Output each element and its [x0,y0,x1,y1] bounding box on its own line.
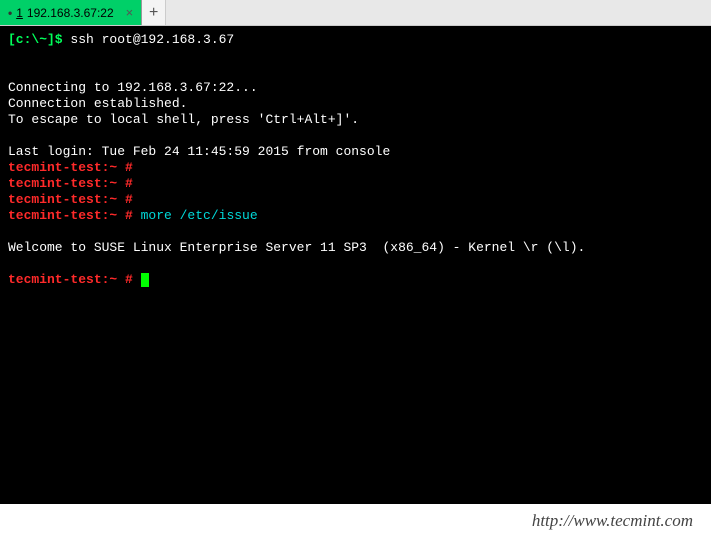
tab-active[interactable]: • 1 192.168.3.67:22 × [0,0,142,25]
watermark: http://www.tecmint.com [0,504,711,537]
tab-title: 192.168.3.67:22 [27,6,114,20]
remote-prompt: tecmint-test:~ # [8,176,133,191]
tab-indicator-icon: • [8,6,12,20]
remote-prompt: tecmint-test:~ # [8,272,133,287]
tab-bar: • 1 192.168.3.67:22 × + [0,0,711,26]
new-tab-button[interactable]: + [142,0,166,25]
cursor-icon [141,273,149,287]
remote-prompt: tecmint-test:~ # [8,208,133,223]
command-text: more /etc/issue [133,208,258,223]
tab-number: 1 [16,6,23,20]
output-line: To escape to local shell, press 'Ctrl+Al… [8,112,359,127]
output-line: Last login: Tue Feb 24 11:45:59 2015 fro… [8,144,390,159]
output-line: Connecting to 192.168.3.67:22... [8,80,258,95]
local-prompt: [c:\~]$ [8,32,63,47]
output-line: Welcome to SUSE Linux Enterprise Server … [8,240,585,255]
output-line: Connection established. [8,96,187,111]
terminal[interactable]: [c:\~]$ ssh root@192.168.3.67 Connecting… [0,26,711,504]
remote-prompt: tecmint-test:~ # [8,192,133,207]
ssh-command: ssh root@192.168.3.67 [63,32,235,47]
remote-prompt: tecmint-test:~ # [8,160,133,175]
close-icon[interactable]: × [126,5,134,20]
